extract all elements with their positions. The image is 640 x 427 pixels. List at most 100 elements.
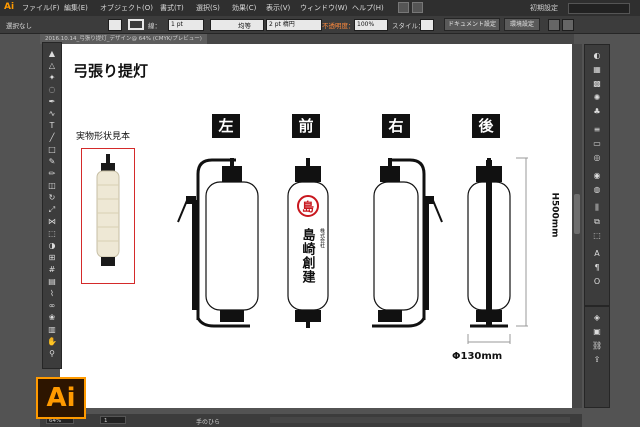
lantern-left-view	[177, 158, 259, 328]
menu-effect[interactable]: 効果(C)	[232, 3, 256, 13]
symbol-sprayer-tool-icon[interactable]: ❀	[47, 313, 57, 323]
align-icon[interactable]	[548, 19, 560, 31]
control-bar: 選択なし 線： 1 pt 均等 2 pt 楕円 不透明度： 100% スタイル：…	[0, 16, 640, 34]
type-tool-icon[interactable]: T	[47, 121, 57, 131]
curvature-tool-icon[interactable]: ∿	[47, 109, 57, 119]
hand-tool-icon[interactable]: ✋	[47, 337, 57, 347]
opentype-panel-icon[interactable]: O	[592, 277, 602, 287]
line-tool-icon[interactable]: ╱	[47, 133, 57, 143]
lantern-right-view	[372, 158, 443, 328]
eraser-tool-icon[interactable]: ◫	[47, 181, 57, 191]
panel-dock-lower: ◈ ▣ ⛓ ⇪	[584, 306, 610, 408]
current-tool-status: 手のひら	[196, 419, 221, 426]
vertical-scrollbar[interactable]	[572, 44, 582, 408]
pen-tool-icon[interactable]: ✒	[47, 97, 57, 107]
layers-panel-icon[interactable]: ◈	[592, 313, 602, 323]
brushes-panel-icon[interactable]: ✺	[592, 93, 602, 103]
transform-panel-icon[interactable]: ⬚	[592, 231, 602, 241]
document-tab[interactable]: 2016.10.14_弓張り提灯_デザイン@ 64% (CMYK/プレビュー)	[40, 34, 207, 44]
magic-wand-tool-icon[interactable]: ✦	[47, 73, 57, 83]
eyedropper-tool-icon[interactable]: ⌇	[47, 289, 57, 299]
selection-tool-icon[interactable]: ▲	[47, 49, 57, 59]
gradient-panel-icon[interactable]: ▭	[592, 139, 602, 149]
tools-panel: ▲ △ ✦ ◌ ✒ ∿ T ╱ □ ✎ ✏ ◫ ↻ ⤢ ⋈ ⬚ ◑ ⊞ # ▤ …	[42, 42, 62, 369]
right-margin	[610, 44, 640, 414]
scale-tool-icon[interactable]: ⤢	[47, 205, 57, 215]
asset-export-panel-icon[interactable]: ⇪	[592, 355, 602, 365]
mesh-tool-icon[interactable]: #	[47, 265, 57, 275]
workspace-switcher[interactable]: 初期設定	[530, 3, 558, 13]
preferences-button[interactable]: 環境設定	[504, 18, 540, 31]
search-input[interactable]	[568, 3, 630, 14]
free-transform-tool-icon[interactable]: ⬚	[47, 229, 57, 239]
menu-file[interactable]: ファイル(F)	[22, 3, 60, 13]
menu-type[interactable]: 書式(T)	[160, 3, 184, 13]
scroll-thumb[interactable]	[574, 194, 580, 234]
paragraph-panel-icon[interactable]: ¶	[592, 263, 602, 273]
appearance-panel-icon[interactable]: ◉	[592, 171, 602, 181]
menu-help[interactable]: ヘルプ(H)	[352, 3, 384, 13]
transform-icon[interactable]	[562, 19, 574, 31]
rectangle-tool-icon[interactable]: □	[47, 145, 57, 155]
artboard-navigator[interactable]: 1	[100, 416, 126, 424]
column-graph-tool-icon[interactable]: ▥	[47, 325, 57, 335]
transparency-panel-icon[interactable]: ◎	[592, 153, 602, 163]
rotate-tool-icon[interactable]: ↻	[47, 193, 57, 203]
blend-tool-icon[interactable]: ∞	[47, 301, 57, 311]
menu-select[interactable]: 選択(S)	[196, 3, 220, 13]
selection-status: 選択なし	[6, 22, 32, 30]
color-guide-panel-icon[interactable]: ▦	[592, 65, 602, 75]
swatches-panel-icon[interactable]: ▩	[592, 79, 602, 89]
uniform-label: 均等	[238, 22, 251, 30]
menu-view[interactable]: 表示(V)	[266, 3, 290, 13]
opacity-field[interactable]: 100%	[354, 19, 388, 31]
graphic-style-swatch[interactable]	[420, 19, 434, 31]
width-dimension-line	[467, 334, 511, 344]
company-name-text: 島崎創建	[300, 227, 317, 284]
brush-definition[interactable]: 2 pt 楕円	[266, 19, 322, 31]
color-panel-icon[interactable]: ◐	[592, 51, 602, 61]
width-dimension-label: Φ130mm	[452, 351, 503, 362]
align-panel-icon[interactable]: ⫼	[592, 203, 602, 213]
stroke-weight-field[interactable]: 1 pt	[168, 19, 204, 31]
lantern-back-view	[467, 158, 511, 328]
document-setup-button[interactable]: ドキュメント設定	[444, 18, 500, 31]
perspective-grid-tool-icon[interactable]: ⊞	[47, 253, 57, 263]
sample-lantern-illustration	[96, 154, 120, 266]
width-tool-icon[interactable]: ⋈	[47, 217, 57, 227]
variable-width-profile[interactable]	[210, 19, 264, 31]
height-dimension-label: H500mm	[549, 192, 560, 238]
document-tab-bar: 2016.10.14_弓張り提灯_デザイン@ 64% (CMYK/プレビュー)	[40, 34, 574, 44]
fill-swatch[interactable]	[108, 19, 122, 31]
stroke-swatch[interactable]	[128, 19, 144, 30]
bridge-icon[interactable]	[398, 2, 409, 13]
graphic-styles-panel-icon[interactable]: ◍	[592, 185, 602, 195]
pathfinder-panel-icon[interactable]: ⧉	[592, 217, 602, 227]
menu-object[interactable]: オブジェクト(O)	[100, 3, 153, 13]
stroke-label: 線：	[148, 22, 161, 30]
links-panel-icon[interactable]: ⛓	[592, 341, 602, 351]
zoom-tool-icon[interactable]: ⚲	[47, 349, 57, 359]
horizontal-scrollbar[interactable]	[270, 417, 570, 423]
lantern-front-view: 島 株式会社 島崎創建	[287, 158, 329, 328]
opacity-label[interactable]: 不透明度：	[322, 20, 355, 30]
lantern-crest: 島	[302, 199, 314, 214]
character-panel-icon[interactable]: A	[592, 249, 602, 259]
height-dimension-line	[516, 157, 528, 327]
menu-window[interactable]: ウィンドウ(W)	[300, 3, 347, 13]
paintbrush-tool-icon[interactable]: ✎	[47, 157, 57, 167]
gradient-tool-icon[interactable]: ▤	[47, 277, 57, 287]
direct-selection-tool-icon[interactable]: △	[47, 61, 57, 71]
stroke-panel-icon[interactable]: ≡	[592, 125, 602, 135]
status-bar: 64% 1 手のひら	[40, 414, 582, 427]
arrange-documents-icon[interactable]	[412, 2, 423, 13]
illustrator-logo: Ai	[36, 377, 86, 419]
menu-bar: Ai ファイル(F) 編集(E) オブジェクト(O) 書式(T) 選択(S) 効…	[0, 0, 640, 16]
symbols-panel-icon[interactable]: ♣	[592, 107, 602, 117]
shape-builder-tool-icon[interactable]: ◑	[47, 241, 57, 251]
menu-edit[interactable]: 編集(E)	[64, 3, 88, 13]
lasso-tool-icon[interactable]: ◌	[47, 85, 57, 95]
artboards-panel-icon[interactable]: ▣	[592, 327, 602, 337]
pencil-tool-icon[interactable]: ✏	[47, 169, 57, 179]
panel-dock: ◐ ▦ ▩ ✺ ♣ ≡ ▭ ◎ ◉ ◍ ⫼ ⧉ ⬚ A ¶ O	[584, 44, 610, 306]
